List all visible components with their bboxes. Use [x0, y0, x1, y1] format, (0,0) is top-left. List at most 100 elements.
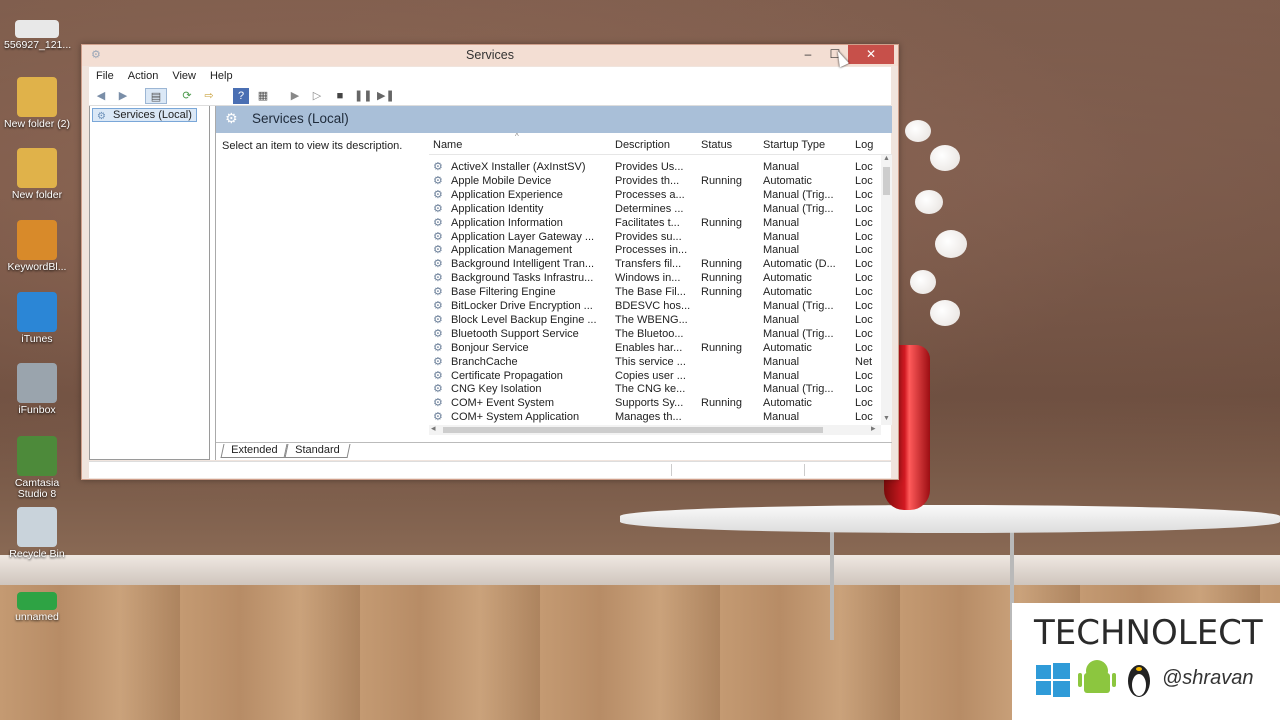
- scroll-left-icon[interactable]: ◂: [431, 423, 436, 434]
- close-button[interactable]: ✕: [848, 45, 894, 64]
- column-header-description[interactable]: Description: [615, 139, 670, 151]
- vertical-scroll-thumb[interactable]: [883, 167, 890, 195]
- console-tree: ⚙ Services (Local): [89, 106, 210, 460]
- desktop-icon-recycle-bin[interactable]: Recycle Bin: [4, 507, 70, 560]
- desktop-icon-unnamed[interactable]: unnamed: [4, 592, 70, 623]
- desktop-icon-new-folder[interactable]: New folder: [4, 148, 70, 201]
- wallpaper-flower: [915, 190, 943, 214]
- minimize-button[interactable]: –: [794, 45, 822, 64]
- service-row[interactable]: ⚙ COM+ Event System Supports Sy... Running A…: [429, 396, 881, 410]
- help-icon[interactable]: ?: [233, 88, 249, 104]
- service-name-cell: Application Identity: [451, 202, 544, 215]
- refresh-icon[interactable]: ⟳: [179, 88, 195, 104]
- title-bar[interactable]: ⚙ Services – ☐ ✕: [82, 45, 898, 66]
- service-startup-cell: Manual (Trig...: [763, 327, 834, 340]
- service-gear-icon: ⚙: [433, 369, 443, 382]
- service-row[interactable]: ⚙ BranchCache This service ... Manual Net: [429, 355, 881, 369]
- service-row[interactable]: ⚙ Block Level Backup Engine ... The WBENG.…: [429, 313, 881, 327]
- back-arrow-icon[interactable]: ◀: [93, 88, 109, 104]
- services-window[interactable]: ⚙ Services – ☐ ✕ File Action View Help ◀ ▶ …: [81, 44, 899, 480]
- desktop-icon-camtasia[interactable]: Camtasia Studio 8: [4, 436, 70, 500]
- desktop-icon-new-folder-2[interactable]: New folder (2): [4, 77, 70, 130]
- service-name-cell: Application Layer Gateway ...: [451, 230, 595, 243]
- stop-service-icon[interactable]: ■: [332, 88, 348, 104]
- desktop-icon-label: 556927_121...: [4, 39, 72, 51]
- horizontal-scroll-thumb[interactable]: [443, 427, 823, 433]
- service-description-cell: Windows in...: [615, 272, 681, 285]
- service-row[interactable]: ⚙ Application Experience Processes a... Man…: [429, 188, 881, 202]
- vertical-scrollbar[interactable]: ▲ ▼: [881, 155, 892, 425]
- service-description-cell: Enables har...: [615, 341, 683, 354]
- export-list-icon[interactable]: ⇨: [201, 88, 217, 104]
- service-status-cell: Running: [701, 174, 742, 187]
- service-name-cell: Application Management: [451, 244, 573, 257]
- desktop-icon-label: KeywordBl...: [7, 261, 67, 273]
- tab-standard[interactable]: Standard: [284, 444, 351, 458]
- scroll-up-icon[interactable]: ▲: [881, 155, 892, 162]
- console-client-area: ⚙ Services (Local) ⚙ Services (Local) Se…: [89, 106, 892, 460]
- column-header-startup-type[interactable]: Startup Type: [763, 139, 825, 151]
- service-logon-cell: Loc: [855, 244, 873, 257]
- brand-handle: @shravan: [1162, 667, 1254, 689]
- restart-service-icon[interactable]: ▶❚: [377, 88, 395, 104]
- service-row[interactable]: ⚙ Background Tasks Infrastru... Windows in…: [429, 271, 881, 285]
- service-row[interactable]: ⚙ ActiveX Installer (AxInstSV) Provides Us…: [429, 160, 881, 174]
- service-row[interactable]: ⚙ Background Intelligent Tran... Transfers…: [429, 257, 881, 271]
- forward-arrow-icon[interactable]: ▶: [115, 88, 131, 104]
- sort-ascending-icon: ^: [515, 133, 519, 141]
- service-row[interactable]: ⚙ Base Filtering Engine The Base Fil... Run…: [429, 285, 881, 299]
- tab-extended[interactable]: Extended: [220, 444, 288, 458]
- service-logon-cell: Loc: [855, 313, 873, 326]
- column-header-name[interactable]: Name: [433, 139, 462, 151]
- service-logon-cell: Loc: [855, 258, 873, 271]
- pause-service-icon[interactable]: ❚❚: [354, 88, 372, 104]
- menu-view[interactable]: View: [165, 67, 203, 86]
- start-service-icon[interactable]: ▶: [287, 88, 303, 104]
- show-hide-console-tree-icon[interactable]: ▤: [145, 88, 167, 104]
- column-header-log-on-as[interactable]: Log: [855, 139, 873, 151]
- desktop-icon-technolect-image[interactable]: 556927_121...: [4, 20, 72, 51]
- service-row[interactable]: ⚙ Apple Mobile Device Provides th... Runnin…: [429, 174, 881, 188]
- horizontal-scrollbar[interactable]: ◂ ▸: [429, 423, 881, 435]
- service-logon-cell: Loc: [855, 188, 873, 201]
- service-logon-cell: Loc: [855, 230, 873, 243]
- desktop-icon-keywordblaze[interactable]: KeywordBl...: [4, 220, 70, 273]
- desktop-icon-ifunbox[interactable]: iFunbox: [4, 363, 70, 416]
- service-row[interactable]: ⚙ Certificate Propagation Copies user ... M…: [429, 369, 881, 383]
- properties-icon[interactable]: ▦: [255, 88, 271, 104]
- service-logon-cell: Loc: [855, 369, 873, 382]
- menu-file[interactable]: File: [89, 67, 121, 86]
- desktop-icon-itunes[interactable]: iTunes: [4, 292, 70, 345]
- service-row[interactable]: ⚙ COM+ System Application Manages th... Man…: [429, 410, 881, 424]
- menu-help[interactable]: Help: [203, 67, 240, 86]
- service-row[interactable]: ⚙ BitLocker Drive Encryption ... BDESVC ho…: [429, 299, 881, 313]
- description-panel: Select an item to view its description.: [222, 140, 403, 152]
- service-row[interactable]: ⚙ Application Management Processes in... Ma…: [429, 243, 881, 257]
- service-row[interactable]: ⚙ CNG Key Isolation The CNG ke... Manual (T…: [429, 382, 881, 396]
- service-status-cell: Running: [701, 272, 742, 285]
- desktop-icon-label: Camtasia Studio 8: [14, 477, 60, 500]
- wallpaper-flower: [910, 270, 936, 294]
- service-gear-icon: ⚙: [433, 216, 443, 229]
- service-row[interactable]: ⚙ Application Layer Gateway ... Provides s…: [429, 230, 881, 244]
- service-row[interactable]: ⚙ Application Information Facilitates t...…: [429, 216, 881, 230]
- service-name-cell: Block Level Backup Engine ...: [451, 313, 597, 326]
- service-gear-icon: ⚙: [433, 174, 443, 187]
- service-row[interactable]: ⚙ Application Identity Determines ... Manua…: [429, 202, 881, 216]
- service-startup-cell: Manual: [763, 369, 800, 382]
- service-logon-cell: Loc: [855, 161, 873, 173]
- service-status-cell: Running: [701, 397, 742, 410]
- service-gear-icon: ⚙: [433, 300, 443, 312]
- service-description-cell: Provides su...: [615, 230, 682, 243]
- service-startup-cell: Manual (Trig...: [763, 300, 834, 312]
- tree-node-services-local[interactable]: ⚙ Services (Local): [92, 108, 197, 122]
- scroll-right-icon[interactable]: ▸: [871, 423, 876, 434]
- column-header-status[interactable]: Status: [701, 139, 732, 151]
- menu-action[interactable]: Action: [121, 67, 166, 86]
- desktop-icon-itunes-icon: [17, 292, 57, 332]
- service-gear-icon: ⚙: [433, 202, 443, 215]
- service-row[interactable]: ⚙ Bonjour Service Enables har... Running Aut…: [429, 341, 881, 355]
- service-row[interactable]: ⚙ Bluetooth Support Service The Bluetoo...…: [429, 327, 881, 341]
- scroll-down-icon[interactable]: ▼: [881, 415, 892, 422]
- start-service-alt-icon[interactable]: ▷: [309, 88, 325, 104]
